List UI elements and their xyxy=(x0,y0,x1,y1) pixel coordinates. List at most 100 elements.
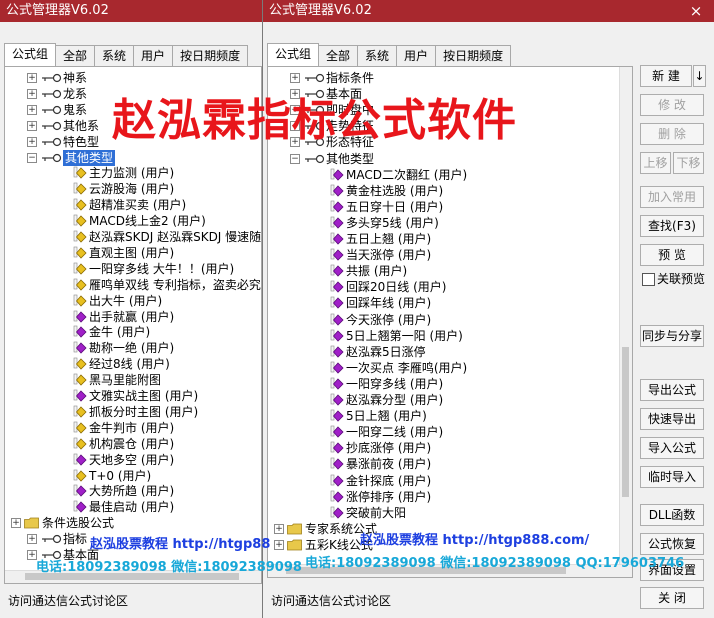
tree-item[interactable]: 云游股海 (用户) xyxy=(5,181,261,197)
expand-toggle-icon[interactable]: + xyxy=(27,120,37,131)
tab-formula-group[interactable]: 公式组 xyxy=(267,43,320,66)
tree-item[interactable]: 今天涨停 (用户) xyxy=(268,312,632,328)
tree-item[interactable]: 一阳穿多线 大牛！！(用户) xyxy=(5,261,261,277)
tab-all[interactable]: 全部 xyxy=(318,45,359,66)
tree-item[interactable]: 主力监测 (用户) xyxy=(5,165,261,181)
tree-item[interactable]: 最佳启动 (用户) xyxy=(5,499,261,515)
tree-item[interactable]: 出大牛 (用户) xyxy=(5,293,261,309)
tree-item[interactable]: 黑马里能附图 xyxy=(5,372,261,388)
tree-item[interactable]: 多头穿5线 (用户) xyxy=(268,215,632,231)
import-formula-button[interactable]: 导入公式 xyxy=(640,437,704,459)
close-icon[interactable]: × xyxy=(688,0,704,22)
find-button[interactable]: 查找(F3) xyxy=(640,215,704,237)
tree-item-label: 神系 xyxy=(63,71,88,85)
tree-item[interactable]: 雁鸣单双线 专利指标，盗卖必究 xyxy=(5,277,261,293)
expand-toggle-icon[interactable]: + xyxy=(290,73,300,83)
tree-item[interactable]: 超精准买卖 (用户) xyxy=(5,197,261,213)
export-formula-button[interactable]: 导出公式 xyxy=(640,379,704,401)
checkbox-box[interactable] xyxy=(642,273,655,286)
tree-item[interactable]: 赵泓霖分型 (用户) xyxy=(268,392,632,408)
tree-item[interactable]: 涨停排序 (用户) xyxy=(268,489,632,505)
tab-by-date-frequency[interactable]: 按日期频度 xyxy=(172,45,249,66)
watermark-url: 赵泓股票教程 http://htgp888.com/ xyxy=(360,533,590,548)
overlay-title: 赵泓霖指标公式软件 xyxy=(112,95,517,146)
quick-export-button[interactable]: 快速导出 xyxy=(640,408,704,430)
title-bar[interactable]: 公式管理器V6.02 xyxy=(0,0,262,22)
tab-system[interactable]: 系统 xyxy=(94,45,135,66)
expand-toggle-icon[interactable]: + xyxy=(27,88,37,99)
expand-toggle-icon[interactable]: + xyxy=(27,534,37,545)
expand-toggle-icon[interactable]: + xyxy=(27,73,37,83)
tree-item[interactable]: 天地多空 (用户) xyxy=(5,452,261,468)
tree-item[interactable]: 文雅实战主图 (用户) xyxy=(5,388,261,404)
preview-button[interactable]: 预 览 xyxy=(640,244,704,266)
tab-formula-group[interactable]: 公式组 xyxy=(4,43,57,66)
tree-item[interactable]: 共振 (用户) xyxy=(268,263,632,279)
tree-item-label: 赵泓霖5日涨停 xyxy=(346,344,426,359)
tree-item[interactable]: 5日上翘 (用户) xyxy=(268,408,632,424)
tree-item[interactable]: 赵泓霖5日涨停 xyxy=(268,344,632,360)
forum-link[interactable]: 访问通达信公式讨论区 xyxy=(8,592,128,609)
tab-by-date-frequency[interactable]: 按日期频度 xyxy=(435,45,512,66)
tree-item[interactable]: 五日上翘 (用户) xyxy=(268,231,632,247)
temp-import-button[interactable]: 临时导入 xyxy=(640,466,704,488)
delete-button[interactable]: 删 除 xyxy=(640,123,704,145)
tree-group[interactable]: − 其他类型 xyxy=(268,151,632,167)
tree-item[interactable]: 黄金柱选股 (用户) xyxy=(268,183,632,199)
tab-system[interactable]: 系统 xyxy=(357,45,398,66)
tree-item[interactable]: 五日穿十日 (用户) xyxy=(268,199,632,215)
expand-toggle-icon[interactable]: + xyxy=(27,136,37,147)
tab-user[interactable]: 用户 xyxy=(396,45,437,66)
tab-all[interactable]: 全部 xyxy=(55,45,96,66)
expand-toggle-icon[interactable]: + xyxy=(274,523,284,534)
new-button[interactable]: 新 建 xyxy=(640,65,692,87)
tree-item[interactable]: 大势所趋 (用户) xyxy=(5,483,261,499)
tree-item[interactable]: 一阳穿多线 (用户) xyxy=(268,376,632,392)
tab-user[interactable]: 用户 xyxy=(133,45,174,66)
tree-item[interactable]: 勘称一绝 (用户) xyxy=(5,340,261,356)
tree-item[interactable]: 5日上翘第一阳 (用户) xyxy=(268,328,632,344)
tree-item[interactable]: 出手就赢 (用户) xyxy=(5,309,261,325)
forum-link[interactable]: 访问通达信公式讨论区 xyxy=(271,592,391,609)
tree-group[interactable]: − 其他类型 xyxy=(5,149,261,166)
expand-toggle-icon[interactable]: + xyxy=(11,518,21,529)
tree-item[interactable]: 金针探底 (用户) xyxy=(268,473,632,489)
expand-toggle-icon[interactable]: + xyxy=(274,539,284,550)
tree-item-label: 直观主图 (用户) xyxy=(89,245,175,260)
tree-item[interactable]: 赵泓霖SKDJ 赵泓霖SKDJ 慢速随机 xyxy=(5,229,261,245)
tree-item[interactable]: MACD二次翻红 (用户) xyxy=(268,167,632,183)
tree-item[interactable]: 金牛判市 (用户) xyxy=(5,420,261,436)
tree-item[interactable]: 经过8线 (用户) xyxy=(5,356,261,372)
sync-share-button[interactable]: 同步与分享 xyxy=(640,325,704,347)
tree-item[interactable]: 一阳穿二线 (用户) xyxy=(268,424,632,440)
tree-item[interactable]: 突破前大阳 xyxy=(268,505,632,521)
watermark-contact: 电话:18092389098 微信:18092389098 xyxy=(36,560,302,575)
move-down-button[interactable]: 下移 xyxy=(673,152,704,174)
tree-item[interactable]: 抄底涨停 (用户) xyxy=(268,440,632,456)
tree-item[interactable]: 回踩年线 (用户) xyxy=(268,295,632,311)
tree-item[interactable]: 回踩20日线 (用户) xyxy=(268,279,632,295)
add-common-button[interactable]: 加入常用 xyxy=(640,186,704,208)
collapse-toggle-icon[interactable]: − xyxy=(290,153,300,164)
dll-functions-button[interactable]: DLL函数 xyxy=(640,504,704,526)
link-preview-checkbox[interactable]: 关联预览 xyxy=(640,271,710,287)
expand-toggle-icon[interactable]: + xyxy=(27,104,37,115)
tree-item[interactable]: 直观主图 (用户) xyxy=(5,245,261,261)
tree-item[interactable]: MACD线上金2 (用户) xyxy=(5,213,261,229)
tree-item[interactable]: 暴涨前夜 (用户) xyxy=(268,456,632,472)
new-dropdown-button[interactable]: ↓ xyxy=(693,65,706,87)
tree-item[interactable]: 当天涨停 (用户) xyxy=(268,247,632,263)
collapse-toggle-icon[interactable]: − xyxy=(27,152,37,163)
tree-item[interactable]: 抓板分时主图 (用户) xyxy=(5,404,261,420)
tree-item-label: 一阳穿多线 大牛！！(用户) xyxy=(89,261,235,276)
move-up-button[interactable]: 上移 xyxy=(640,152,671,174)
modify-button[interactable]: 修 改 xyxy=(640,94,704,116)
tree-item[interactable]: 金牛 (用户) xyxy=(5,324,261,340)
tree-item[interactable]: 一次买点 李雁鸣(用户) xyxy=(268,360,632,376)
title-bar[interactable]: 公式管理器V6.02 × xyxy=(263,0,714,22)
tree-item[interactable]: T+0 (用户) xyxy=(5,468,261,484)
formula-group-icon xyxy=(40,136,62,151)
tree-folder[interactable]: + 条件选股公式 xyxy=(5,515,261,531)
tree-item[interactable]: 机构震仓 (用户) xyxy=(5,436,261,452)
close-button[interactable]: 关 闭 xyxy=(640,587,704,609)
